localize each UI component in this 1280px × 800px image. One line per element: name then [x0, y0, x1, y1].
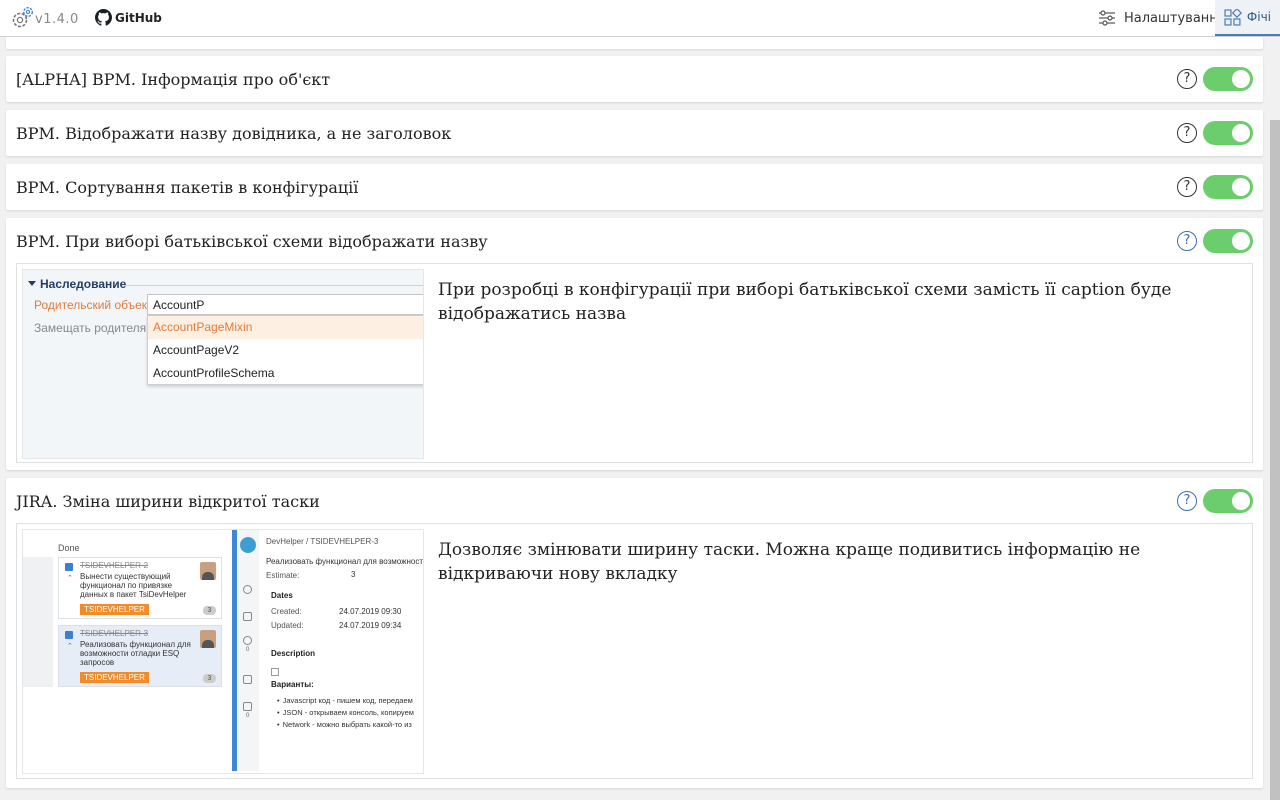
board-column-gutter — [23, 557, 53, 687]
feature-toggle[interactable] — [1203, 489, 1253, 513]
issue-summary: Вынести существующий функционал по привя… — [80, 572, 187, 599]
help-icon[interactable]: ? — [1177, 231, 1197, 251]
info-icon — [243, 585, 252, 594]
help-icon[interactable]: ? — [1177, 177, 1197, 197]
issue-summary: Реализовать функционал для возможности о… — [80, 640, 191, 667]
toggle-knob — [1232, 70, 1250, 88]
parent-object-dropdown: AccountPageMixin AccountPageV2 AccountPr… — [147, 315, 423, 385]
updated-label: Updated: — [271, 621, 304, 630]
project-logo — [240, 537, 256, 553]
feature-card-partial — [6, 37, 1263, 49]
variant-item: Network - можно выбрать какой-то из — [277, 720, 412, 729]
checkbox-icon — [65, 631, 73, 639]
feature-title: [ALPHA] BPM. Інформація про об'єкт — [16, 70, 331, 89]
issue-card: TSIDEVHELPER-3 ⌃ Реализовать функционал … — [58, 625, 222, 687]
issue-title: Реализовать функционал для возможности — [266, 557, 424, 566]
github-link[interactable]: GitHub — [95, 9, 162, 26]
dropdown-option: AccountProfileSchema — [153, 366, 275, 380]
feature-description: При розробці в конфігурації при виборі б… — [438, 280, 1172, 324]
attachment-icon — [243, 675, 252, 684]
checkbox-icon — [65, 563, 73, 571]
feature-details: Done TSIDEVHELPER-2 ⌃ Вынести существующ… — [16, 523, 1253, 779]
epic-tag: TSIDEVHELPER — [80, 604, 149, 615]
estimate-value: 3 — [351, 570, 356, 579]
variants-heading: Варианты: — [271, 680, 314, 689]
feature-screenshot: Наследование Родительский объект Замещат… — [22, 269, 424, 459]
issue-card: TSIDEVHELPER-2 ⌃ Вынести существующий фу… — [58, 557, 222, 619]
checklist-icon — [243, 702, 252, 711]
story-points-badge: 3 — [203, 674, 216, 683]
gear-icon — [12, 6, 34, 28]
help-icon[interactable]: ? — [1177, 491, 1197, 511]
feature-screenshot: Done TSIDEVHELPER-2 ⌃ Вынести существующ… — [22, 529, 424, 774]
toggle-knob — [1232, 124, 1250, 142]
scrollbar-thumb[interactable] — [1270, 120, 1280, 800]
section-heading: Наследование — [28, 277, 126, 291]
avatar — [200, 630, 216, 648]
feature-toggle[interactable] — [1203, 121, 1253, 145]
tab-features-label: Фічі — [1246, 10, 1271, 24]
features-grid-icon — [1224, 8, 1242, 26]
feature-card: [ALPHA] BPM. Інформація про об'єкт ? — [6, 56, 1263, 102]
replace-parent-label: Замещать родителя — [34, 321, 147, 335]
help-icon[interactable]: ? — [1177, 69, 1197, 89]
feature-toggle[interactable] — [1203, 229, 1253, 253]
issue-key: TSIDEVHELPER-3 — [80, 629, 149, 638]
toggle-knob — [1232, 492, 1250, 510]
variant-item: Javascript код - пишем код, передаем — [277, 696, 413, 705]
broken-image-icon — [271, 668, 279, 676]
dates-heading: Dates — [271, 591, 293, 600]
detail-side-toolbar: 0 0 — [237, 530, 259, 771]
toggle-knob — [1232, 232, 1250, 250]
description-heading: Description — [271, 649, 316, 658]
version-label: v1.4.0 — [35, 12, 79, 27]
board-column-title: Done — [58, 543, 80, 553]
feature-card: BPM. Сортування пакетів в конфігурації ? — [6, 164, 1263, 210]
feature-title: BPM. Сортування пакетів в конфігурації — [16, 178, 359, 197]
feature-title: BPM. При виборі батьківської схеми відоб… — [16, 232, 488, 251]
comment-count: 0 — [246, 647, 250, 653]
updated-value: 24.07.2019 09:34 — [339, 621, 402, 630]
priority-icon: ⌃ — [67, 643, 73, 650]
feature-title: JIRA. Зміна ширини відкритої таски — [16, 492, 320, 511]
parent-object-label: Родительский объект — [34, 298, 153, 312]
feature-title: BPM. Відображати назву довідника, а не з… — [16, 124, 452, 143]
github-icon — [95, 9, 112, 26]
description-icon — [243, 612, 252, 621]
avatar — [200, 562, 216, 580]
tab-settings-label: Налаштування — [1124, 10, 1226, 26]
toggle-knob — [1232, 178, 1250, 196]
checklist-count: 0 — [246, 713, 250, 719]
dropdown-option: AccountPageMixin — [148, 316, 423, 339]
github-label: GitHub — [115, 10, 162, 25]
created-value: 24.07.2019 09:30 — [339, 607, 402, 616]
epic-tag: TSIDEVHELPER — [80, 672, 149, 683]
estimate-label: Estimate: — [266, 571, 300, 580]
created-label: Created: — [271, 607, 302, 616]
feature-card-expanded: BPM. При виборі батьківської схеми відоб… — [6, 218, 1263, 470]
story-points-badge: 3 — [203, 606, 216, 615]
feature-card-expanded: JIRA. Зміна ширини відкритої таски ? Don… — [6, 478, 1263, 788]
help-icon[interactable]: ? — [1177, 123, 1197, 143]
section-divider — [125, 285, 423, 286]
breadcrumb: DevHelper / TSIDEVHELPER-3 — [266, 537, 379, 546]
tab-settings[interactable]: Налаштування — [1090, 0, 1234, 36]
sliders-icon — [1099, 10, 1115, 26]
dropdown-option: AccountPageV2 — [153, 343, 240, 357]
feature-details: Наследование Родительский объект Замещат… — [16, 263, 1253, 463]
feature-description: Дозволяє змінювати ширину таски. Можна к… — [438, 540, 1141, 584]
top-bar: v1.4.0 GitHub Налаштування Фічі — [0, 0, 1280, 37]
feature-toggle[interactable] — [1203, 175, 1253, 199]
tab-features[interactable]: Фічі — [1215, 0, 1280, 36]
parent-object-input: AccountP — [147, 294, 423, 315]
priority-icon: ⌃ — [67, 575, 73, 582]
comment-icon — [243, 636, 252, 645]
feature-toggle[interactable] — [1203, 67, 1253, 91]
issue-key: TSIDEVHELPER-2 — [80, 561, 149, 570]
feature-card: BPM. Відображати назву довідника, а не з… — [6, 110, 1263, 156]
variant-item: JSON - открываем консоль, копируем — [277, 708, 414, 717]
